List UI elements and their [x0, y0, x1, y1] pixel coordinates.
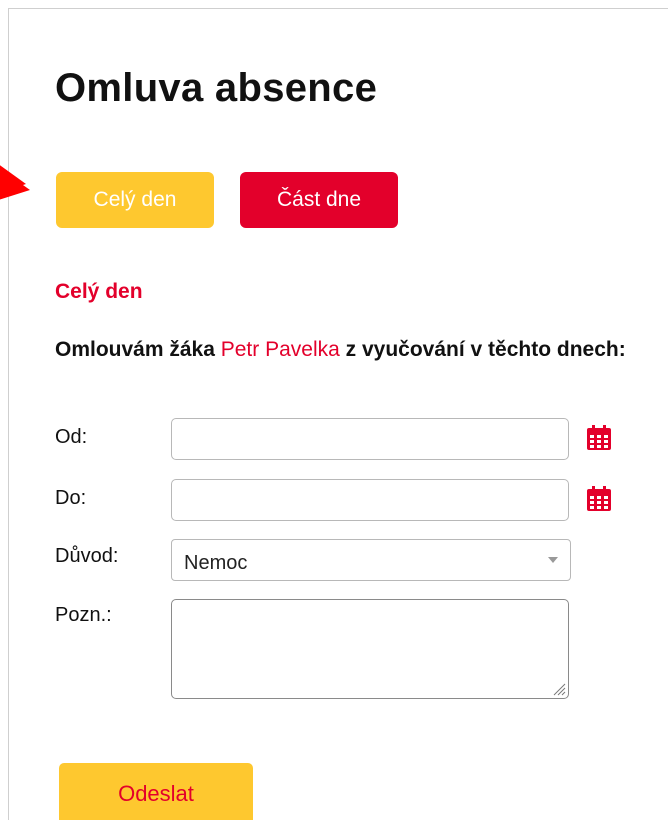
reason-label: Důvod:: [55, 545, 119, 567]
part-day-button[interactable]: Část dne: [240, 172, 398, 228]
section-title: Celý den: [55, 280, 143, 303]
to-date-input[interactable]: [171, 479, 569, 521]
from-calendar-icon[interactable]: [586, 425, 612, 451]
absence-excuse-page: Omluva absence Celý den Část dne Celý de…: [0, 0, 668, 820]
submit-button[interactable]: Odeslat: [59, 763, 253, 820]
reason-select[interactable]: Nemoc: [171, 539, 571, 581]
from-label: Od:: [55, 426, 88, 448]
reason-selected-value: Nemoc: [184, 552, 248, 574]
annotation-arrow-icon: [0, 165, 30, 200]
excuse-statement: Omlouvám žáka Petr Pavelka z vyučování v…: [55, 336, 665, 364]
student-name: Petr Pavelka: [220, 338, 340, 361]
resize-handle-icon[interactable]: [552, 682, 566, 696]
from-date-input[interactable]: [171, 418, 569, 460]
note-label: Pozn.:: [55, 604, 112, 626]
page-title: Omluva absence: [55, 66, 378, 110]
note-textarea[interactable]: [171, 599, 569, 699]
full-day-button[interactable]: Celý den: [56, 172, 214, 228]
to-calendar-icon[interactable]: [586, 486, 612, 512]
chevron-down-icon: [548, 557, 558, 563]
statement-prefix: Omlouvám žáka: [55, 338, 221, 361]
to-label: Do:: [55, 487, 87, 509]
statement-suffix: z vyučování v těchto dnech:: [339, 338, 626, 361]
